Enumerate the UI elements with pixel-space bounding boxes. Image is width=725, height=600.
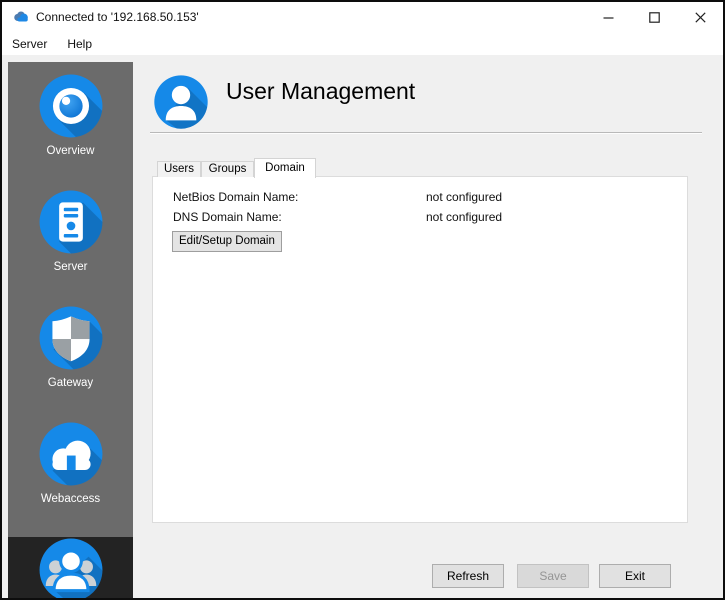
shield-icon <box>38 305 104 371</box>
server-tower-icon <box>38 189 104 255</box>
dns-domain-value: not configured <box>426 210 502 224</box>
sidebar-label-server: Server <box>8 261 133 273</box>
save-button[interactable]: Save <box>517 564 589 588</box>
tab-users[interactable]: Users <box>157 161 201 177</box>
tab-domain[interactable]: Domain <box>254 158 316 178</box>
netbios-domain-label: NetBios Domain Name: <box>173 190 298 204</box>
netbios-domain-value: not configured <box>426 190 502 204</box>
sidebar-item-users[interactable]: Users <box>8 537 133 600</box>
tab-groups[interactable]: Groups <box>201 161 254 177</box>
users-group-icon <box>38 537 104 600</box>
page-title: User Management <box>226 78 415 105</box>
minimize-icon <box>603 12 614 23</box>
sidebar-label-overview: Overview <box>8 145 133 157</box>
camera-lens-icon <box>38 73 104 139</box>
close-icon <box>695 12 706 23</box>
close-button[interactable] <box>677 2 723 32</box>
sidebar: Overview Server <box>8 62 133 588</box>
window-title: Connected to '192.168.50.153' <box>36 10 199 24</box>
tab-strip: Users Groups Domain <box>157 157 316 177</box>
maximize-icon <box>649 12 660 23</box>
refresh-button[interactable]: Refresh <box>432 564 504 588</box>
menubar: Server Help <box>2 32 723 55</box>
sidebar-item-server[interactable]: Server <box>8 189 133 294</box>
window-controls <box>585 2 723 32</box>
maximize-button[interactable] <box>631 2 677 32</box>
exit-button[interactable]: Exit <box>599 564 671 588</box>
domain-tab-panel: NetBios Domain Name: not configured DNS … <box>152 176 688 523</box>
titlebar: Connected to '192.168.50.153' <box>2 2 723 32</box>
sidebar-item-webaccess[interactable]: Webaccess <box>8 421 133 526</box>
sidebar-item-gateway[interactable]: Gateway <box>8 305 133 410</box>
sidebar-item-overview[interactable]: Overview <box>8 73 133 178</box>
menu-server[interactable]: Server <box>2 34 57 54</box>
sidebar-label-gateway: Gateway <box>8 377 133 389</box>
minimize-button[interactable] <box>585 2 631 32</box>
app-window: Connected to '192.168.50.153' Server Hel… <box>0 0 725 600</box>
edit-setup-domain-button[interactable]: Edit/Setup Domain <box>172 231 282 252</box>
user-icon <box>153 74 209 130</box>
dns-domain-label: DNS Domain Name: <box>173 210 282 224</box>
menu-help[interactable]: Help <box>57 34 102 54</box>
cloud-icon <box>38 421 104 487</box>
header-divider <box>150 132 702 134</box>
app-cloud-icon <box>12 10 30 24</box>
sidebar-label-webaccess: Webaccess <box>8 493 133 505</box>
